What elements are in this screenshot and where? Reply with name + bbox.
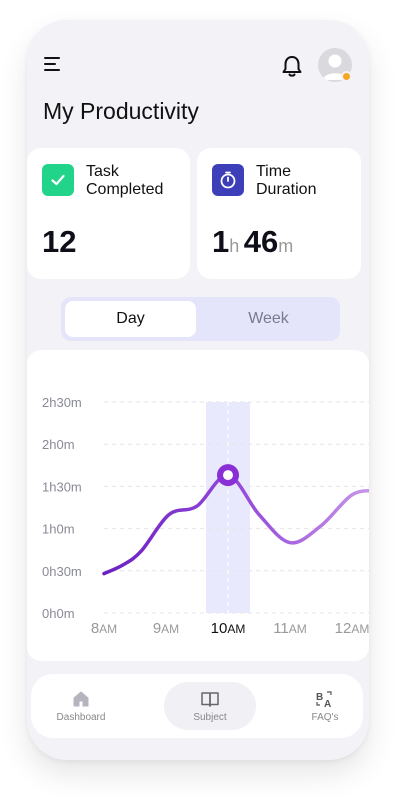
svg-text:B: B xyxy=(316,692,323,703)
translate-icon: B A xyxy=(316,690,332,708)
nav-label-faqs: FAQ's xyxy=(311,711,339,723)
time-label-line1: Time xyxy=(256,163,291,180)
time-duration-label: Time Duration xyxy=(256,163,356,199)
duration-hours: 1 xyxy=(212,224,230,259)
highlight-point-inner xyxy=(223,470,233,481)
top-bar xyxy=(27,20,369,110)
check-icon xyxy=(42,164,74,196)
task-completed-label: Task Completed xyxy=(86,163,186,199)
y-tick-label: 1h30m xyxy=(42,479,82,494)
task-completed-card[interactable]: Task Completed 12 xyxy=(27,148,190,279)
bottom-navigation: Dashboard Subject B A FAQ's xyxy=(31,674,363,738)
time-duration-value: 1h 46m xyxy=(212,224,293,260)
time-label-line2: Duration xyxy=(256,181,317,198)
x-tick-label: 10AM xyxy=(211,620,246,637)
task-completed-value: 12 xyxy=(42,224,77,259)
y-tick-label: 1h0m xyxy=(42,522,75,537)
book-icon xyxy=(201,691,219,707)
chart-svg: 0h0m 0h30m 1h0m 1h30m 2h0m 2h30m 8AM 9AM 10AM 11A… xyxy=(42,395,369,637)
nav-item-faqs[interactable]: B A FAQ's xyxy=(279,682,369,730)
y-tick-label: 0h0m xyxy=(42,606,75,621)
x-tick-label: 8AM xyxy=(91,620,117,637)
tab-day[interactable]: Day xyxy=(65,301,196,337)
task-label-line2: Completed xyxy=(86,181,164,198)
avatar-status-badge xyxy=(341,71,352,82)
duration-minutes: 46 xyxy=(243,224,279,259)
duration-minutes-unit: m xyxy=(278,236,294,256)
svg-text:A: A xyxy=(324,699,331,708)
time-duration-card[interactable]: Time Duration 1h 46m xyxy=(197,148,361,279)
nav-label-dashboard: Dashboard xyxy=(56,711,106,723)
bell-icon[interactable] xyxy=(281,54,303,78)
day-week-toggle: Day Week xyxy=(61,297,340,341)
page-title: My Productivity xyxy=(43,98,199,124)
x-tick-label: 9AM xyxy=(153,620,179,637)
duration-hours-unit: h xyxy=(229,236,240,256)
x-tick-label: 11AM xyxy=(273,620,307,637)
nav-item-dashboard[interactable]: Dashboard xyxy=(35,682,127,730)
home-icon xyxy=(73,691,89,706)
task-label-line1: Task xyxy=(86,163,119,180)
nav-label-subject: Subject xyxy=(193,711,227,723)
tab-week[interactable]: Week xyxy=(201,301,336,337)
x-tick-label: 12AM xyxy=(335,620,369,637)
hamburger-menu-icon[interactable] xyxy=(44,57,62,71)
phone-frame: My Productivity Task Completed 12 Time D… xyxy=(27,20,369,760)
productivity-chart: 0h0m 0h30m 1h0m 1h30m 2h0m 2h30m 8AM 9AM 10AM 11A… xyxy=(27,350,369,661)
y-tick-label: 2h0m xyxy=(42,437,75,452)
y-tick-label: 2h30m xyxy=(42,395,82,410)
stopwatch-icon xyxy=(212,164,244,196)
nav-item-subject[interactable]: Subject xyxy=(164,682,256,730)
y-tick-label: 0h30m xyxy=(42,564,82,579)
